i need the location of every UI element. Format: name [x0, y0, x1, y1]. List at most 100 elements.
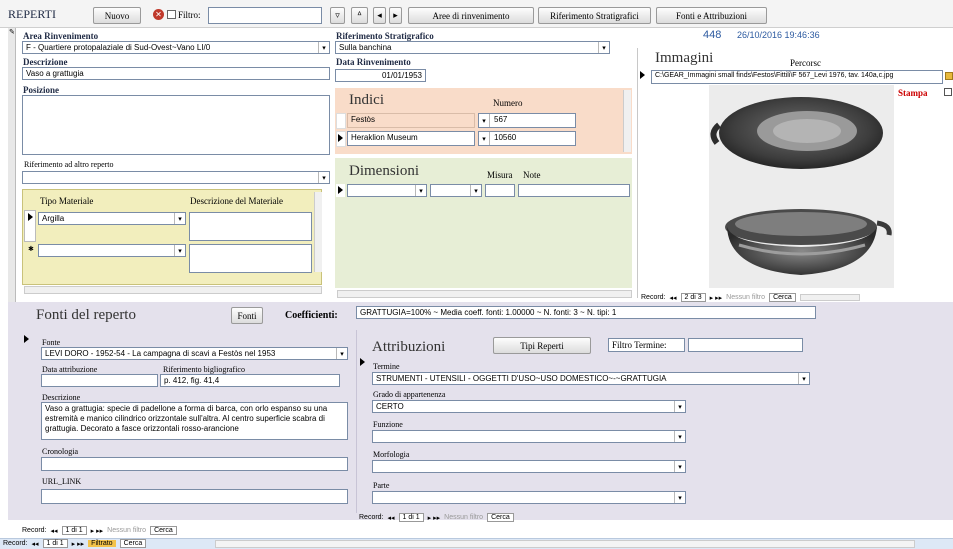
- indici-row-selector-1[interactable]: [336, 113, 346, 129]
- prev-record-button[interactable]: ◂: [373, 7, 386, 24]
- attr-nav-position[interactable]: 1 di 1: [398, 513, 424, 522]
- images-vscrollbar[interactable]: [626, 60, 634, 288]
- function-label: Funzione: [373, 420, 403, 429]
- images-hscroll[interactable]: [799, 294, 860, 301]
- chevron-down-icon[interactable]: ▾: [479, 114, 490, 127]
- filter-apply-icon[interactable]: ▿: [330, 7, 345, 24]
- fonti-nav-filter[interactable]: Nessun filtro: [107, 527, 146, 534]
- chevron-down-icon[interactable]: ▾: [174, 245, 185, 256]
- term-filter-input[interactable]: [688, 338, 803, 352]
- date-attr-input[interactable]: [41, 374, 158, 387]
- first-record-icon[interactable]: ◂◂: [388, 514, 395, 522]
- next-record-icon[interactable]: ▸ ▸▸: [72, 540, 85, 548]
- indici-number-2[interactable]: ▾ 10560: [478, 131, 576, 146]
- dim-type-combo[interactable]: ▾: [347, 184, 427, 197]
- material-desc-input-new[interactable]: [189, 244, 312, 273]
- chevron-down-icon[interactable]: ▾: [674, 401, 685, 412]
- biblio-input[interactable]: p. 412, fig. 41,4: [160, 374, 340, 387]
- folder-icon[interactable]: [945, 72, 953, 80]
- chevron-down-icon[interactable]: ▾: [174, 213, 185, 224]
- sort-icon[interactable]: ᐞ: [351, 7, 368, 24]
- chevron-down-icon[interactable]: ▾: [318, 172, 329, 183]
- other-ref-combo[interactable]: ▾: [22, 171, 330, 184]
- first-record-icon[interactable]: ◂◂: [51, 527, 58, 535]
- images-nav-search[interactable]: Cerca: [769, 293, 796, 302]
- sources-button[interactable]: Fonti e Attribuzioni: [656, 7, 767, 24]
- material-type-combo[interactable]: Argilla ▾: [38, 212, 186, 225]
- dim-hscrollbar[interactable]: [337, 290, 632, 298]
- first-record-icon[interactable]: ◂◂: [32, 540, 39, 548]
- bottom-nav-position[interactable]: 1 di 1: [42, 539, 68, 548]
- print-label[interactable]: Stampa: [898, 88, 928, 98]
- main-hscrollbar[interactable]: [215, 540, 915, 548]
- chevron-down-icon[interactable]: ▾: [598, 42, 609, 53]
- indici-number-1[interactable]: ▾ 567: [478, 113, 576, 128]
- function-combo[interactable]: ▾: [372, 430, 686, 443]
- material-desc-input[interactable]: [189, 212, 312, 241]
- material-type-combo-new[interactable]: ▾: [38, 244, 186, 257]
- new-button[interactable]: Nuovo: [93, 7, 141, 24]
- next-record-icon[interactable]: ▸ ▸▸: [91, 527, 104, 535]
- chevron-down-icon[interactable]: ▾: [674, 461, 685, 472]
- dim-notes-input[interactable]: [518, 184, 630, 197]
- next-record-button[interactable]: ▸: [389, 7, 402, 24]
- chevron-down-icon[interactable]: ▾: [415, 185, 426, 196]
- chevron-down-icon[interactable]: ▾: [318, 42, 329, 53]
- materials-scrollbar[interactable]: [314, 192, 322, 272]
- fonti-nav-search[interactable]: Cerca: [150, 526, 177, 535]
- chevron-down-icon[interactable]: ▾: [470, 185, 481, 196]
- new-row-marker: ✱: [28, 246, 34, 253]
- dim-unit-combo[interactable]: ▾: [430, 184, 482, 197]
- area-combo[interactable]: F - Quartiere protopalaziale di Sud-Oves…: [22, 41, 330, 54]
- bottom-nav-filter[interactable]: Filtrato: [88, 540, 116, 547]
- url-input[interactable]: [41, 489, 348, 504]
- image-path-input[interactable]: C:\GEAR_Immagini small finds\Festos\Fitt…: [651, 70, 943, 84]
- morph-label: Morfologia: [373, 450, 410, 459]
- indici-title: Indici: [349, 92, 384, 108]
- part-combo[interactable]: ▾: [372, 491, 686, 504]
- indici-name-2[interactable]: Heraklion Museum: [347, 131, 475, 146]
- fonti-row-selector[interactable]: [22, 333, 36, 523]
- bottom-nav-search[interactable]: Cerca: [119, 539, 147, 548]
- attr-nav-search[interactable]: Cerca: [487, 513, 514, 522]
- print-checkbox[interactable]: [944, 88, 952, 96]
- source-label: Fonte: [42, 338, 61, 347]
- attr-nav-filter[interactable]: Nessun filtro: [444, 514, 483, 521]
- dim-measure-input[interactable]: [485, 184, 515, 197]
- morph-combo[interactable]: ▾: [372, 460, 686, 473]
- position-input[interactable]: [22, 95, 330, 155]
- term-combo[interactable]: STRUMENTI - UTENSILI - OGGETTI D'USO~USO…: [372, 372, 810, 385]
- chrono-input[interactable]: [41, 457, 348, 471]
- term-filter-label: Filtro Termine:: [608, 338, 685, 352]
- description-input[interactable]: Vaso a grattugia: [22, 67, 330, 80]
- attr-row-selector[interactable]: [358, 355, 368, 505]
- images-nav-position[interactable]: 2 di 3: [680, 293, 706, 302]
- strat-combo[interactable]: Sulla banchina ▾: [335, 41, 610, 54]
- filter-checkbox[interactable]: [167, 10, 176, 19]
- fonti-nav-position[interactable]: 1 di 1: [61, 526, 87, 535]
- chevron-down-icon[interactable]: ▾: [674, 431, 685, 442]
- chevron-down-icon[interactable]: ▾: [674, 492, 685, 503]
- attr-nav: Record: ◂◂ 1 di 1 ▸ ▸▸ Nessun filtro Cer…: [359, 512, 514, 523]
- date-input[interactable]: 01/01/1953: [335, 69, 426, 82]
- filter-input[interactable]: [208, 7, 322, 24]
- types-button[interactable]: Tipi Reperti: [493, 337, 591, 354]
- source-combo[interactable]: LEVI DORO - 1952-54 - La campagna di sca…: [41, 347, 348, 360]
- fonti-button[interactable]: Fonti: [231, 307, 263, 324]
- indici-name-1[interactable]: Festòs: [347, 113, 475, 128]
- first-record-icon[interactable]: ◂◂: [670, 294, 677, 302]
- images-nav-filter[interactable]: Nessun filtro: [726, 294, 765, 301]
- next-record-icon[interactable]: ▸ ▸▸: [710, 294, 723, 302]
- strat-button[interactable]: Riferimento Stratigrafici: [538, 7, 651, 24]
- chevron-down-icon[interactable]: ▾: [479, 132, 490, 145]
- areas-button[interactable]: Aree di rinvenimento: [408, 7, 534, 24]
- current-row-icon: [338, 186, 343, 194]
- next-record-icon[interactable]: ▸ ▸▸: [428, 514, 441, 522]
- chevron-down-icon[interactable]: ▾: [798, 373, 809, 384]
- delete-icon[interactable]: ✕: [153, 9, 164, 20]
- grade-combo[interactable]: CERTO ▾: [372, 400, 686, 413]
- fonti-desc-input[interactable]: Vaso a grattugia: specie di padellone a …: [41, 402, 348, 440]
- materials-hscrollbar[interactable]: [24, 286, 322, 294]
- chevron-down-icon[interactable]: ▾: [336, 348, 347, 359]
- fonti-desc-label: Descrizione: [42, 393, 81, 402]
